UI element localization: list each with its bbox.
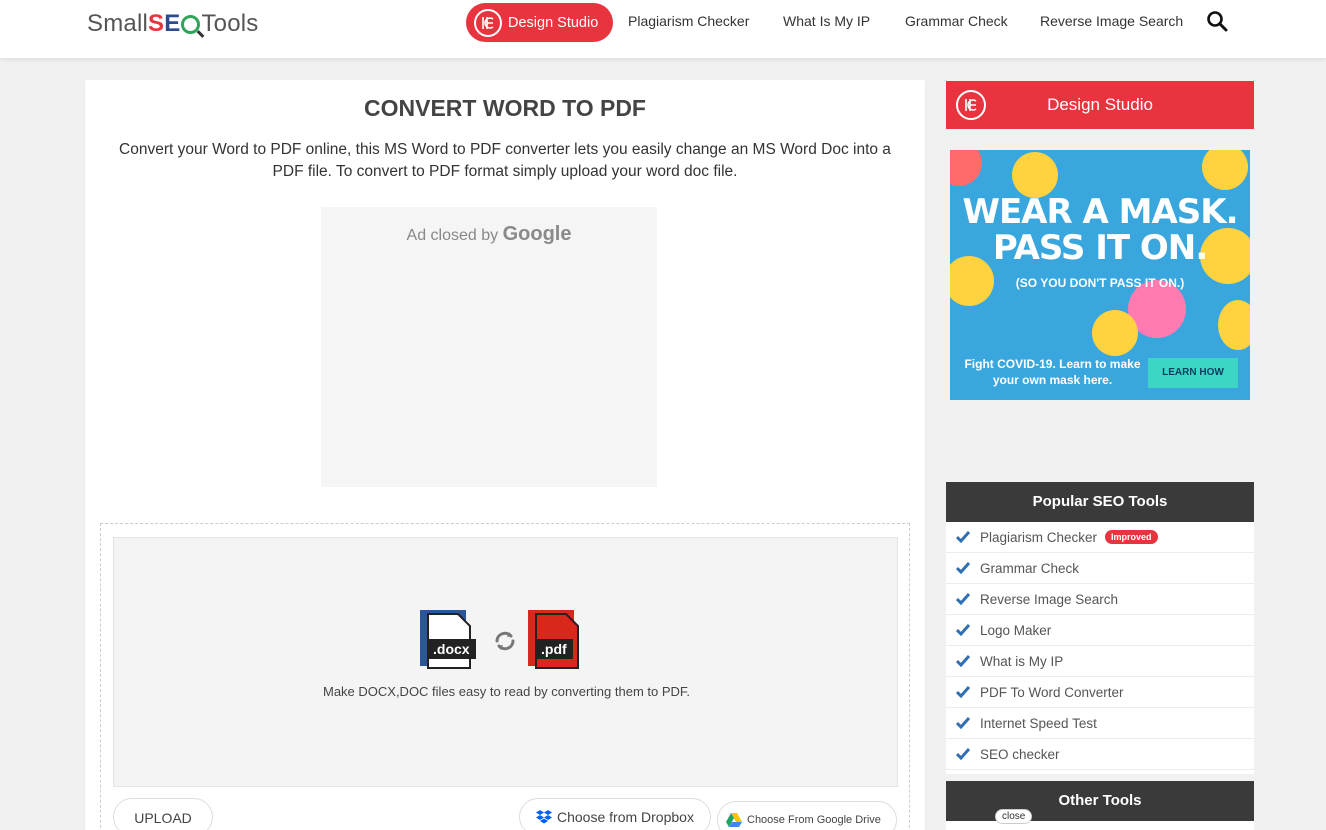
logo-small-text: Small <box>87 10 149 37</box>
checkmark-icon <box>956 655 970 667</box>
design-studio-icon <box>474 8 502 37</box>
dropzone[interactable]: .docx .pdf Make DOCX,DOC files easy to r… <box>113 537 898 787</box>
checkmark-icon <box>956 531 970 543</box>
upload-area: .docx .pdf Make DOCX,DOC files easy to r… <box>100 523 910 830</box>
popular-tool-label: Grammar Check <box>980 560 1080 576</box>
popular-seo-tools-panel: Popular SEO Tools Plagiarism Checker Impr… <box>946 472 1254 774</box>
popular-tool-label: What is My IP <box>980 653 1064 669</box>
checkmark-icon <box>956 686 970 698</box>
page-title: CONVERT WORD TO PDF <box>364 95 646 121</box>
site-logo[interactable]: SmallSE Tools <box>87 10 258 38</box>
popular-tool-label: PDF To Word Converter <box>980 684 1124 700</box>
popular-tool-item[interactable]: Plagiarism Checker Improved <box>946 522 1254 553</box>
mask-advertisement[interactable]: WEAR A MASK. PASS IT ON. (SO YOU DON'T P… <box>950 150 1250 400</box>
popular-tools-heading: Popular SEO Tools <box>946 482 1254 522</box>
logo-s: S <box>148 10 165 37</box>
docx-tag: .docx <box>427 639 476 659</box>
mask-ad-subheadline: (SO YOU DON'T PASS IT ON.) <box>1015 276 1185 290</box>
conversion-illustration: .docx .pdf <box>420 610 595 672</box>
popular-tool-label: Logo Maker <box>980 622 1052 638</box>
checkmark-icon <box>956 717 970 729</box>
nav-plagiarism-checker[interactable]: Plagiarism Checker <box>628 13 749 29</box>
checkmark-icon <box>956 562 970 574</box>
site-header: SmallSE Tools Design Studio Plagiarism Ch… <box>0 0 1326 58</box>
emoji-decoration <box>950 150 982 186</box>
upload-button[interactable]: UPLOAD <box>113 798 213 830</box>
nav-grammar-check[interactable]: Grammar Check <box>905 13 1008 29</box>
sidebar-design-studio-label: Design Studio <box>1047 95 1153 114</box>
logo-tools-text: Tools <box>201 10 259 37</box>
page-description: Convert your Word to PDF online, this MS… <box>119 141 891 180</box>
mask-ad-headline-line2: PASS IT ON. <box>992 228 1208 268</box>
checkmark-icon <box>956 748 970 760</box>
nav-what-is-my-ip[interactable]: What Is My IP <box>783 13 870 29</box>
learn-how-button[interactable]: LEARN HOW <box>1148 358 1238 388</box>
improved-badge: Improved <box>1105 530 1158 544</box>
popular-tool-item[interactable]: Reverse Image Search <box>946 584 1254 615</box>
ad-closed-by-label: Ad closed by <box>406 227 499 244</box>
popular-tool-item[interactable]: SEO checker <box>946 739 1254 770</box>
search-icon[interactable] <box>1206 10 1228 32</box>
popular-tool-label: Plagiarism Checker <box>980 529 1098 545</box>
pdf-file-icon: .pdf <box>528 610 586 670</box>
convert-arrows-icon <box>495 631 515 651</box>
sidebar-design-studio-banner[interactable]: Design Studio <box>946 81 1254 129</box>
nav-design-studio-button[interactable]: Design Studio <box>466 3 613 42</box>
popular-tool-label: Reverse Image Search <box>980 591 1119 607</box>
other-tools-heading: Other Tools <box>946 781 1254 821</box>
emoji-decoration <box>1218 300 1250 350</box>
checkmark-icon <box>956 593 970 605</box>
close-button[interactable]: close <box>995 809 1033 824</box>
mask-ad-headline-line1: WEAR A MASK. <box>962 192 1238 232</box>
other-tools-panel: Other Tools <box>946 781 1254 830</box>
dropbox-button[interactable]: Choose from Dropbox <box>519 798 711 830</box>
google-wordmark: Google <box>502 223 572 245</box>
docx-file-icon: .docx <box>420 610 478 670</box>
dropzone-hint: Make DOCX,DOC files easy to read by conv… <box>322 684 691 699</box>
dropbox-label: Choose from Dropbox <box>557 809 694 825</box>
nav-reverse-image-search[interactable]: Reverse Image Search <box>1040 13 1183 29</box>
ad-placeholder: Ad closed by Google <box>321 207 657 487</box>
emoji-decoration <box>1202 150 1248 190</box>
google-drive-icon <box>726 813 742 827</box>
main-panel: CONVERT WORD TO PDF Convert your Word to… <box>85 80 925 830</box>
popular-tool-item[interactable]: Logo Maker <box>946 615 1254 646</box>
emoji-decoration <box>1092 310 1138 356</box>
popular-tool-item[interactable]: What is My IP <box>946 646 1254 677</box>
mask-ad-headline: WEAR A MASK. PASS IT ON. <box>950 194 1250 266</box>
google-drive-label: Choose From Google Drive <box>747 814 881 826</box>
google-drive-button[interactable]: Choose From Google Drive <box>717 801 897 830</box>
pdf-tag: .pdf <box>535 639 573 659</box>
popular-tool-label: Internet Speed Test <box>980 715 1097 731</box>
popular-tool-item[interactable]: Grammar Check <box>946 553 1254 584</box>
popular-tool-item[interactable]: Internet Speed Test <box>946 708 1254 739</box>
logo-magnifier-icon <box>181 15 201 34</box>
ad-closed-text: Ad closed by Google <box>321 223 657 246</box>
popular-tool-label: SEO checker <box>980 746 1060 762</box>
logo-e: E <box>164 10 181 37</box>
popular-tool-item[interactable]: PDF To Word Converter <box>946 677 1254 708</box>
nav-design-studio-label: Design Studio <box>508 14 599 31</box>
dropbox-icon <box>536 810 552 824</box>
mask-ad-footer-text: Fight COVID-19. Learn to make your own m… <box>964 357 1141 387</box>
checkmark-icon <box>956 624 970 636</box>
